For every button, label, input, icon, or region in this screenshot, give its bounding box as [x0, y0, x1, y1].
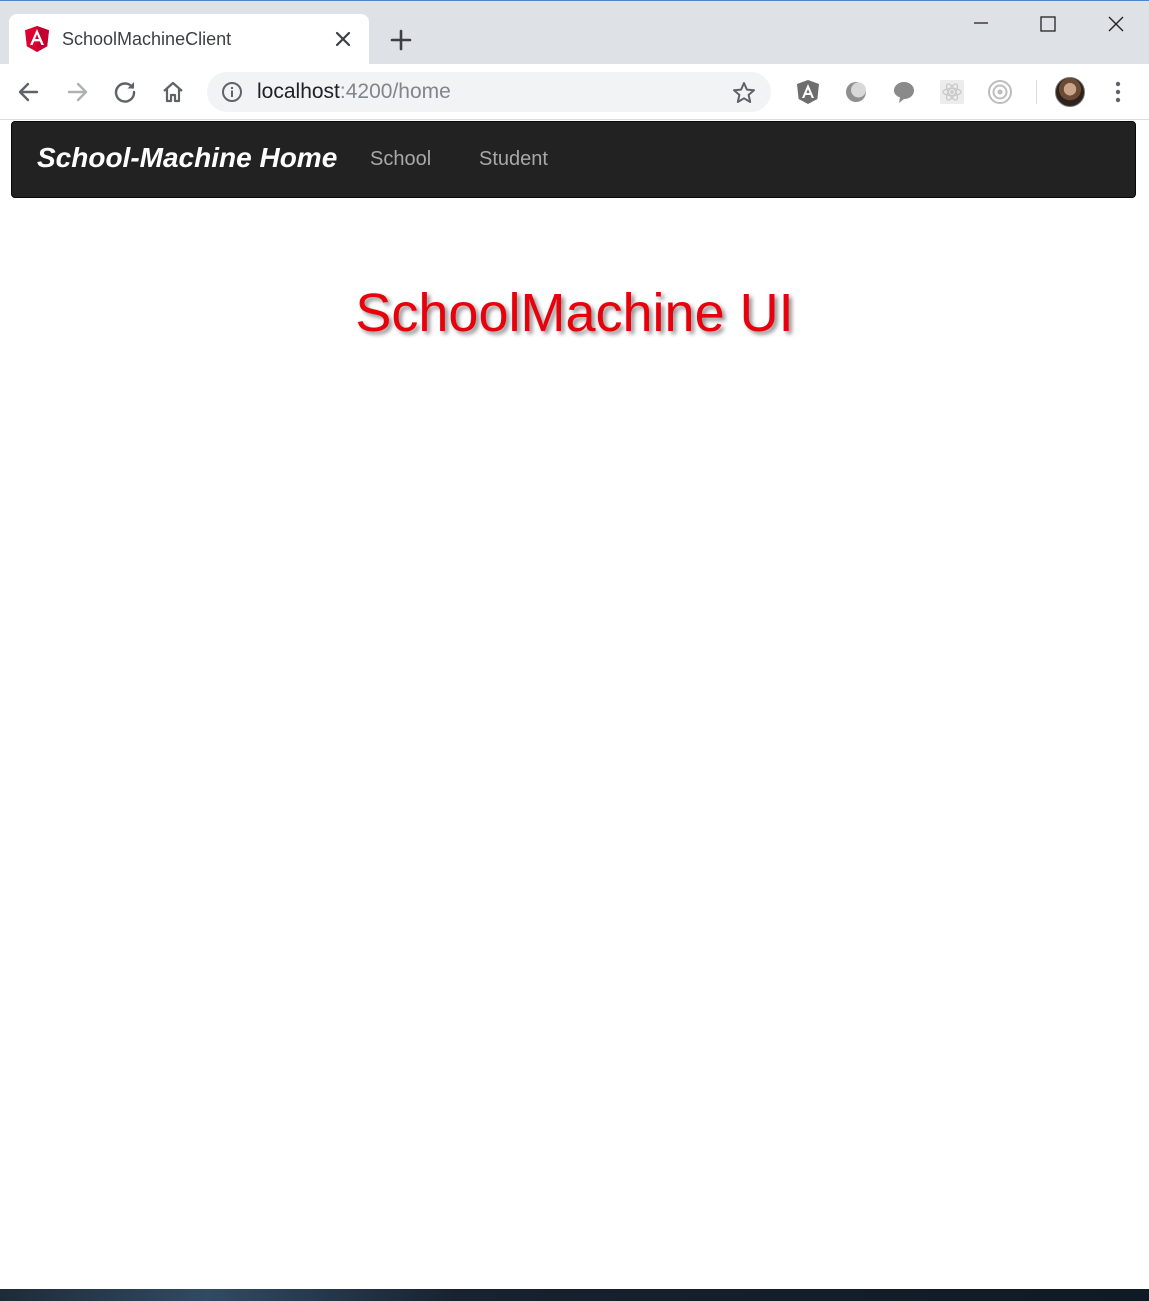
url-text[interactable]: localhost:4200/home [257, 80, 451, 104]
angular-shield-icon[interactable] [794, 78, 822, 106]
moon-icon[interactable] [842, 78, 870, 106]
desktop-taskbar-strip [0, 1289, 1149, 1301]
page-headline: SchoolMachine UI [355, 283, 794, 343]
url-path: :4200/home [339, 80, 451, 103]
tab-title: SchoolMachineClient [62, 29, 232, 49]
nav-link-school[interactable]: School [370, 148, 431, 171]
forward-arrow-icon[interactable] [63, 78, 91, 106]
star-icon[interactable] [731, 80, 757, 106]
nav-link-student[interactable]: Student [479, 148, 548, 171]
tab-strip: SchoolMachineClient [0, 1, 1149, 65]
address-bar[interactable]: localhost:4200/home [207, 72, 771, 112]
navbar-brand[interactable]: School-Machine Home [37, 142, 337, 174]
info-icon[interactable] [221, 81, 243, 103]
react-atom-icon[interactable] [938, 78, 966, 106]
window-close-icon[interactable] [1101, 11, 1131, 37]
url-host: localhost [257, 80, 340, 103]
browser-toolbar: localhost:4200/home [0, 64, 1149, 120]
tab-close-icon[interactable] [332, 28, 354, 50]
chat-bubble-icon[interactable] [890, 78, 918, 106]
menu-dots-icon[interactable] [1108, 80, 1128, 104]
target-icon[interactable] [986, 78, 1014, 106]
toolbar-separator [1036, 80, 1037, 104]
app-navbar: School-Machine Home School Student [11, 121, 1136, 198]
home-icon[interactable] [159, 78, 187, 106]
new-tab-plus-icon[interactable] [388, 27, 414, 53]
reload-icon[interactable] [111, 78, 139, 106]
maximize-icon[interactable] [1033, 11, 1063, 37]
browser-window: SchoolMachineClient localhost:4200/home … [0, 0, 1149, 1301]
back-arrow-icon[interactable] [15, 78, 43, 106]
browser-tab[interactable]: SchoolMachineClient [9, 14, 369, 65]
minimize-icon[interactable] [966, 11, 996, 37]
profile-avatar[interactable] [1055, 77, 1085, 107]
angular-logo-icon [25, 26, 49, 52]
